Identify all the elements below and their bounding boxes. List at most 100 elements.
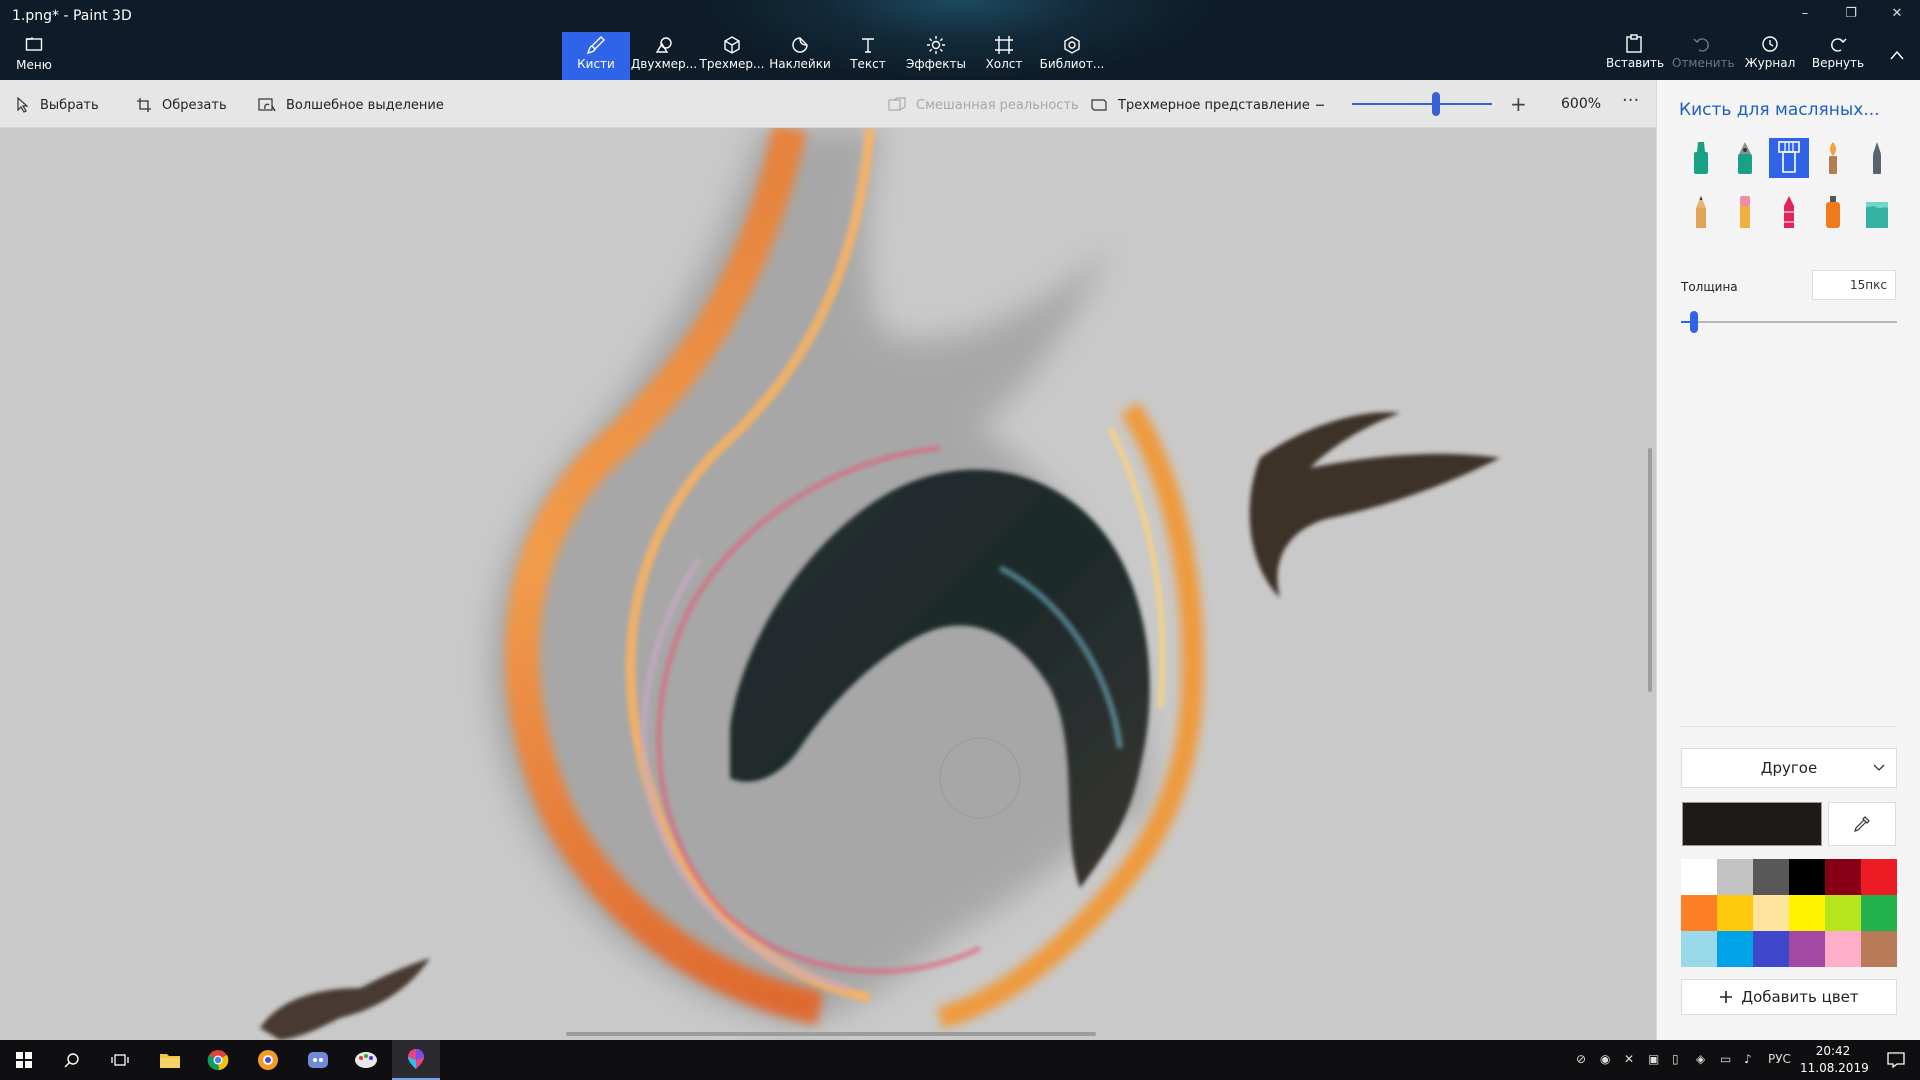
watercolor-brush-icon <box>1829 142 1837 174</box>
history-button[interactable]: Журнал <box>1742 34 1798 78</box>
fill-bucket-button[interactable] <box>1857 192 1897 232</box>
tab-library[interactable]: Библиот... <box>1038 32 1106 80</box>
color-swatch[interactable] <box>1681 859 1717 895</box>
pixel-pen-button[interactable] <box>1857 138 1897 178</box>
color-swatch[interactable] <box>1753 859 1789 895</box>
undo-icon <box>1672 34 1732 56</box>
mixed-reality-button[interactable]: Смешанная реальность <box>888 94 1079 116</box>
search-button[interactable] <box>48 1040 96 1080</box>
color-swatch[interactable] <box>1789 859 1825 895</box>
tray-chrome-icon[interactable]: ◉ <box>1600 1052 1610 1066</box>
fill-bucket-icon <box>1866 202 1888 228</box>
paint-app-button[interactable] <box>342 1040 390 1080</box>
color-swatch[interactable] <box>1789 931 1825 967</box>
watercolor-brush-button[interactable] <box>1813 138 1853 178</box>
color-swatch[interactable] <box>1717 859 1753 895</box>
zoom-slider-track[interactable] <box>1352 103 1492 105</box>
tab-2d-shapes[interactable]: Двухмер... <box>630 32 698 80</box>
restore-button[interactable]: ❐ <box>1836 6 1866 26</box>
drawing-canvas[interactable] <box>0 128 1656 1040</box>
tab-label: Холст <box>985 57 1023 71</box>
crayon-button[interactable] <box>1769 192 1809 232</box>
color-palette <box>1681 859 1897 967</box>
tray-usb-icon[interactable]: ▯ <box>1672 1052 1679 1066</box>
crop-icon <box>137 98 151 112</box>
color-swatch[interactable] <box>1825 895 1861 931</box>
taskbar-clock[interactable]: 20:42 11.08.2019 <box>1800 1043 1869 1077</box>
pencil-button[interactable] <box>1681 192 1721 232</box>
notifications-button[interactable] <box>1872 1040 1920 1080</box>
tab-effects[interactable]: Эффекты <box>902 32 970 80</box>
calligraphy-pen-button[interactable] <box>1725 138 1765 178</box>
color-swatch[interactable] <box>1681 895 1717 931</box>
pixel-pen-icon <box>1873 142 1881 174</box>
vertical-scrollbar[interactable] <box>1648 448 1652 692</box>
crop-button[interactable]: Обрезать <box>136 94 227 116</box>
task-view-button[interactable] <box>96 1040 144 1080</box>
color-swatch[interactable] <box>1861 931 1897 967</box>
undo-button[interactable]: Отменить <box>1672 34 1735 78</box>
menu-button[interactable]: Меню <box>8 36 60 76</box>
select-button[interactable]: Выбрать <box>16 94 99 116</box>
color-swatch[interactable] <box>1825 931 1861 967</box>
tray-security-icon[interactable]: ◈ <box>1696 1052 1705 1066</box>
redo-button[interactable]: Вернуть <box>1810 34 1866 78</box>
spray-can-button[interactable] <box>1813 192 1853 232</box>
color-swatch[interactable] <box>1753 895 1789 931</box>
chrome-button[interactable] <box>194 1040 242 1080</box>
discord-button[interactable] <box>294 1040 342 1080</box>
tab-text[interactable]: Текст <box>834 32 902 80</box>
add-color-button[interactable]: Добавить цвет <box>1681 979 1897 1015</box>
app-orange-button[interactable] <box>244 1040 292 1080</box>
windows-logo-icon <box>16 1052 32 1068</box>
3d-view-icon <box>1091 99 1107 111</box>
start-button[interactable] <box>0 1040 48 1080</box>
plus-icon <box>1720 991 1733 1003</box>
color-swatch[interactable] <box>1825 859 1861 895</box>
tray-link-icon[interactable]: ⊘ <box>1576 1052 1586 1066</box>
calligraphy-pen-icon <box>1738 142 1752 174</box>
tray-network-icon[interactable]: ▭ <box>1720 1052 1731 1066</box>
close-button[interactable]: ✕ <box>1882 6 1912 26</box>
tray-app-icon[interactable]: ✕ <box>1624 1052 1634 1066</box>
zoom-out-button[interactable]: – <box>1315 92 1325 116</box>
paste-icon <box>1606 34 1662 56</box>
current-color-swatch[interactable] <box>1682 802 1822 846</box>
magic-select-button[interactable]: Волшебное выделение <box>258 94 444 116</box>
thickness-slider-track[interactable] <box>1681 321 1897 323</box>
minimize-button[interactable]: – <box>1790 6 1820 26</box>
secondary-toolbar: Выбрать Обрезать Волшебное выделение Сме… <box>0 80 1656 128</box>
color-swatch[interactable] <box>1861 859 1897 895</box>
tab-brushes[interactable]: Кисти <box>562 32 630 80</box>
color-swatch[interactable] <box>1717 931 1753 967</box>
file-explorer-button[interactable] <box>146 1040 194 1080</box>
language-indicator[interactable]: РУС <box>1768 1052 1791 1066</box>
thickness-input[interactable]: 15пкс <box>1812 270 1896 300</box>
tab-canvas[interactable]: Холст <box>970 32 1038 80</box>
color-swatch[interactable] <box>1717 895 1753 931</box>
oil-brush-button[interactable] <box>1769 138 1809 178</box>
tray-nvidia-icon[interactable]: ▣ <box>1648 1052 1659 1066</box>
tray-volume-icon[interactable]: ♪ <box>1744 1052 1752 1066</box>
color-swatch[interactable] <box>1753 931 1789 967</box>
paste-button[interactable]: Вставить <box>1606 34 1664 78</box>
color-swatch[interactable] <box>1681 931 1717 967</box>
zoom-in-button[interactable]: + <box>1510 92 1527 116</box>
color-swatch[interactable] <box>1789 895 1825 931</box>
color-mode-dropdown[interactable]: Другое <box>1681 748 1897 788</box>
tab-3d-shapes[interactable]: Трехмер... <box>698 32 766 80</box>
eyedropper-button[interactable] <box>1828 802 1896 846</box>
more-options-button[interactable]: ··· <box>1622 90 1639 111</box>
palette-icon <box>355 1052 377 1068</box>
horizontal-scrollbar[interactable] <box>566 1032 1096 1036</box>
paint-3d-taskbar-button[interactable] <box>392 1040 440 1080</box>
zoom-slider-thumb[interactable] <box>1432 92 1440 116</box>
undo-label: Отменить <box>1672 56 1735 70</box>
thickness-slider-thumb[interactable] <box>1690 311 1698 333</box>
eraser-button[interactable] <box>1725 192 1765 232</box>
tab-label: Двухмер... <box>630 57 698 71</box>
marker-brush-button[interactable] <box>1681 138 1721 178</box>
3d-view-toggle[interactable]: Трехмерное представление <box>1090 94 1310 116</box>
color-swatch[interactable] <box>1861 895 1897 931</box>
tab-stickers[interactable]: Наклейки <box>766 32 834 80</box>
